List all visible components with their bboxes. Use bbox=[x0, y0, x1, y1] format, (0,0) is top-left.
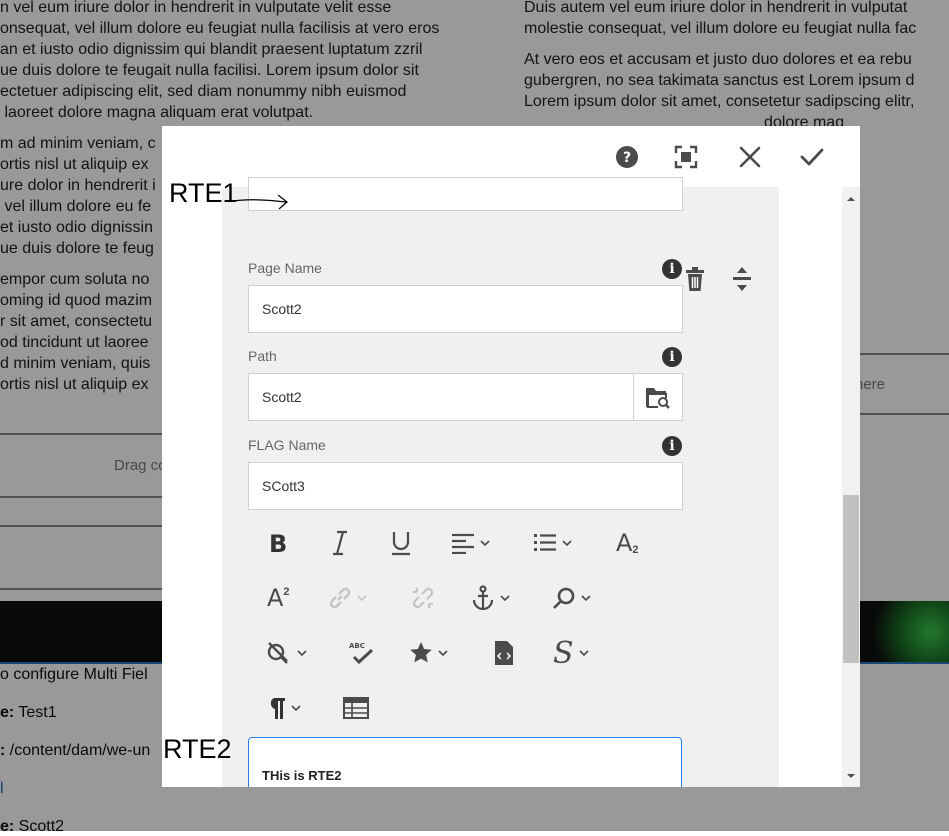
italic-icon bbox=[333, 530, 347, 556]
page-name-input[interactable]: Scott2 bbox=[248, 285, 683, 333]
rte2-text: THis is RTE2 bbox=[262, 768, 342, 783]
delete-icon[interactable] bbox=[684, 266, 706, 292]
anchor-icon bbox=[472, 585, 494, 611]
chevron-down-icon bbox=[578, 650, 589, 656]
spellcheck-icon: ABC bbox=[349, 642, 374, 665]
special-chars-button[interactable] bbox=[409, 638, 448, 668]
close-icon bbox=[739, 146, 761, 168]
scroll-down-icon[interactable] bbox=[846, 773, 856, 779]
info-icon[interactable]: i bbox=[662, 347, 682, 367]
paragraph-format-button[interactable] bbox=[266, 693, 301, 723]
rte1-annotation: RTE1 bbox=[169, 178, 238, 208]
bold-icon: B bbox=[269, 531, 287, 555]
link-button[interactable] bbox=[328, 583, 367, 613]
svg-text:ABC: ABC bbox=[349, 642, 365, 650]
table-button[interactable] bbox=[343, 693, 369, 723]
chevron-down-icon bbox=[291, 705, 301, 711]
chevron-down-icon bbox=[480, 540, 490, 546]
paste-icon bbox=[267, 642, 288, 664]
underline-button[interactable] bbox=[390, 528, 412, 558]
help-button[interactable]: ? bbox=[612, 142, 642, 172]
align-icon bbox=[452, 533, 474, 554]
unlink-icon bbox=[412, 587, 434, 609]
chevron-down-icon bbox=[500, 595, 510, 601]
chevron-down-icon bbox=[438, 650, 448, 656]
find-replace-icon bbox=[553, 587, 575, 609]
scrollbar-thumb[interactable] bbox=[843, 495, 859, 663]
chevron-down-icon bbox=[357, 595, 367, 601]
chevron-down-icon bbox=[581, 595, 591, 601]
find-replace-button[interactable] bbox=[552, 583, 591, 613]
spellcheck-button[interactable]: ABC bbox=[348, 638, 374, 668]
page-name-label: Page Name bbox=[248, 260, 322, 276]
scroll-up-icon[interactable] bbox=[846, 196, 856, 202]
unlink-button[interactable] bbox=[411, 583, 435, 613]
flag-name-label: FLAG Name bbox=[248, 437, 326, 453]
dialog-body: Page Name i Scott2 Path i Scott2 FLAG Na… bbox=[162, 177, 860, 787]
fullscreen-icon bbox=[674, 145, 698, 169]
special-chars-icon bbox=[410, 642, 432, 663]
reorder-icon[interactable] bbox=[732, 266, 752, 292]
rte2-editor[interactable]: THis is RTE2 bbox=[248, 737, 682, 787]
rte2-annotation: RTE2 bbox=[163, 734, 232, 764]
help-icon: ? bbox=[616, 146, 638, 168]
bold-button[interactable]: B bbox=[267, 528, 291, 558]
list-button[interactable] bbox=[533, 528, 572, 558]
path-input[interactable]: Scott2 bbox=[248, 373, 634, 421]
chevron-down-icon bbox=[297, 650, 307, 656]
arrow-icon bbox=[232, 194, 288, 210]
info-icon[interactable]: i bbox=[662, 436, 682, 456]
styles-icon: S bbox=[553, 635, 574, 671]
source-edit-icon bbox=[495, 641, 513, 665]
folder-search-icon bbox=[646, 388, 670, 409]
rte1-field[interactable] bbox=[248, 177, 683, 211]
underline-icon bbox=[392, 532, 410, 556]
paragraph-format-icon bbox=[270, 698, 285, 719]
info-icon[interactable]: i bbox=[662, 259, 682, 279]
subscript-icon: A bbox=[616, 529, 633, 557]
list-icon bbox=[534, 534, 556, 551]
dialog-scrollbar[interactable] bbox=[842, 187, 860, 787]
table-icon bbox=[343, 697, 369, 719]
close-button[interactable] bbox=[735, 142, 765, 172]
done-button[interactable] bbox=[797, 142, 827, 172]
source-edit-button[interactable] bbox=[494, 638, 514, 668]
path-label: Path bbox=[248, 348, 277, 364]
edit-dialog: ? Page Name i Scott2 Path i Scott2 FLAG … bbox=[162, 126, 860, 787]
flag-name-input[interactable]: SCott3 bbox=[248, 462, 683, 510]
check-icon bbox=[800, 148, 824, 166]
superscript-digit: 2 bbox=[283, 586, 290, 598]
chevron-down-icon bbox=[562, 540, 572, 546]
styles-button[interactable]: S bbox=[553, 635, 589, 671]
link-icon bbox=[329, 587, 351, 609]
subscript-button[interactable]: A2 bbox=[616, 528, 639, 558]
svg-text:?: ? bbox=[623, 150, 631, 166]
align-button[interactable] bbox=[451, 528, 490, 558]
italic-button[interactable] bbox=[330, 528, 350, 558]
fullscreen-button[interactable] bbox=[671, 142, 701, 172]
superscript-icon: A bbox=[267, 584, 284, 612]
paste-button[interactable] bbox=[266, 638, 307, 668]
anchor-button[interactable] bbox=[471, 583, 510, 613]
svg-text:B: B bbox=[269, 531, 287, 555]
path-browser-button[interactable] bbox=[633, 373, 683, 421]
superscript-button[interactable]: A2 bbox=[267, 583, 290, 613]
subscript-digit: 2 bbox=[632, 544, 639, 556]
